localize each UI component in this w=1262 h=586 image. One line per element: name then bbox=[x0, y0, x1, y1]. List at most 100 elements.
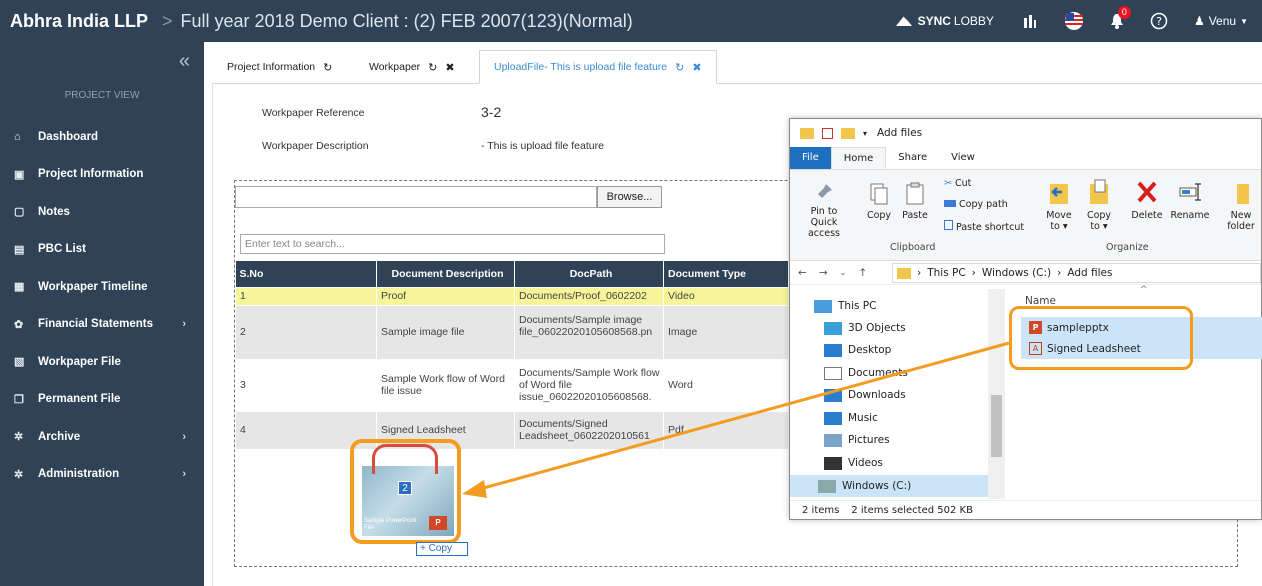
ribbon-tab-file[interactable]: File bbox=[790, 147, 831, 169]
forward-arrow-icon[interactable]: → bbox=[819, 267, 828, 279]
search-input[interactable]: Enter text to search... bbox=[240, 234, 665, 254]
address-bar: ← → ⌄ ↑ › This PC › Windows (C:) › Add f… bbox=[790, 261, 1261, 285]
sidebar-item-notes[interactable]: ▢ Notes bbox=[0, 193, 204, 231]
back-arrow-icon[interactable]: ← bbox=[798, 267, 807, 279]
ribbon-tab-home[interactable]: Home bbox=[830, 147, 887, 169]
path-segment-this-pc[interactable]: This PC bbox=[927, 267, 965, 279]
computer-icon bbox=[814, 299, 832, 313]
sidebar-item-label: Archive bbox=[38, 430, 81, 443]
scrollbar-thumb[interactable] bbox=[991, 395, 1002, 457]
sidebar-item-label: Dashboard bbox=[38, 130, 99, 143]
table-row[interactable]: 1 Proof Documents/Proof_0602202 Video bbox=[235, 286, 789, 306]
tree-item-windows-c[interactable]: Windows (C:) bbox=[790, 475, 988, 497]
path-segment-drive[interactable]: Windows (C:) bbox=[982, 267, 1051, 279]
document-icon bbox=[824, 366, 842, 380]
us-flag-icon[interactable] bbox=[1064, 11, 1084, 31]
home-icon: ⌂ bbox=[14, 130, 21, 143]
notification-bell-icon[interactable]: 0 bbox=[1110, 6, 1131, 30]
paste-shortcut-button[interactable]: Paste shortcut bbox=[944, 220, 1024, 233]
shortcut-icon bbox=[944, 220, 953, 230]
folder-icon bbox=[897, 267, 911, 279]
tab-upload-file[interactable]: UploadFile- This is upload file feature … bbox=[479, 50, 717, 84]
table-row[interactable]: 3 Sample Work flow of Word file issue Do… bbox=[235, 358, 789, 412]
sidebar-item-financial-statements[interactable]: ✿ Financial Statements › bbox=[0, 306, 204, 344]
refresh-icon[interactable]: ↻ bbox=[675, 61, 684, 74]
tree-item-pictures[interactable]: Pictures bbox=[824, 429, 890, 451]
sidebar-item-workpaper-file[interactable]: ▧ Workpaper File bbox=[0, 343, 204, 381]
column-header-sno[interactable]: S.No bbox=[235, 261, 377, 287]
building-icon[interactable] bbox=[1022, 13, 1038, 29]
tree-item-documents[interactable]: Documents bbox=[824, 362, 908, 384]
recent-chevron-icon[interactable]: ⌄ bbox=[840, 268, 847, 277]
copy-to-button[interactable]: Copy to ▾ bbox=[1082, 178, 1116, 232]
collapse-sidebar-icon[interactable]: « bbox=[179, 50, 190, 73]
ribbon-tab-view[interactable]: View bbox=[939, 147, 987, 169]
file-icon: ▧ bbox=[14, 356, 25, 369]
user-menu[interactable]: ♟ Venu ▼ bbox=[1194, 14, 1248, 28]
column-header-docpath[interactable]: DocPath bbox=[514, 261, 664, 287]
sidebar-item-workpaper-timeline[interactable]: ▦ Workpaper Timeline bbox=[0, 268, 204, 306]
brand-name[interactable]: Abhra India LLP bbox=[0, 11, 148, 32]
organize-group-label: Organize bbox=[1106, 242, 1149, 253]
path-segment-folder[interactable]: Add files bbox=[1067, 267, 1112, 279]
copy-button[interactable]: Copy bbox=[864, 182, 894, 221]
move-to-button[interactable]: Move to ▾ bbox=[1042, 178, 1076, 232]
sort-up-icon: ^ bbox=[1140, 285, 1148, 295]
sync-lobby-button[interactable]: SYNC LOBBY bbox=[894, 14, 994, 28]
workpaper-description-value: - This is upload file feature bbox=[481, 140, 604, 152]
cut-button[interactable]: ✂ Cut bbox=[944, 178, 971, 189]
refresh-icon[interactable]: ↻ bbox=[323, 61, 332, 74]
docpath-text: Documents/Signed Leadsheet_0602202010561 bbox=[519, 418, 650, 442]
cell-description: Sample Work flow of Word file issue bbox=[376, 358, 515, 412]
close-icon[interactable]: ✖ bbox=[445, 61, 454, 74]
copy-icon: ❐ bbox=[14, 393, 24, 406]
table-row[interactable]: 4 Signed Leadsheet Documents/Signed Lead… bbox=[235, 410, 789, 450]
explorer-titlebar[interactable]: ▾ Add files bbox=[790, 119, 1261, 147]
pin-quick-access-button[interactable]: Pin to Quick access bbox=[796, 182, 852, 239]
column-header-document-type[interactable]: Document Type bbox=[663, 261, 789, 287]
sidebar-item-archive[interactable]: ✲ Archive › bbox=[0, 418, 204, 456]
project-title[interactable]: Full year 2018 Demo Client : (2) FEB 200… bbox=[181, 11, 633, 32]
ribbon-home: Pin to Quick access Copy Paste ✂ Cut Cop… bbox=[790, 169, 1261, 261]
docpath-text: Documents/Proof_0602202 bbox=[519, 290, 647, 302]
sidebar-item-permanent-file[interactable]: ❐ Permanent File bbox=[0, 381, 204, 419]
tab-workpaper[interactable]: Workpaper ↻ ✖ bbox=[369, 50, 455, 84]
file-path-input[interactable] bbox=[235, 186, 597, 208]
cube-icon bbox=[824, 321, 842, 335]
sidebar-item-label: Administration bbox=[38, 468, 120, 481]
sidebar-item-label: Workpaper Timeline bbox=[38, 280, 148, 293]
clipboard-group-label: Clipboard bbox=[890, 242, 936, 253]
tree-item-desktop[interactable]: Desktop bbox=[824, 339, 891, 361]
ribbon-tab-share[interactable]: Share bbox=[886, 147, 939, 169]
tree-item-videos[interactable]: Videos bbox=[824, 452, 883, 474]
sidebar-item-project-information[interactable]: ▣ Project Information bbox=[0, 156, 204, 194]
tree-item-music[interactable]: Music bbox=[824, 407, 878, 429]
sidebar-item-dashboard[interactable]: ⌂ Dashboard bbox=[0, 118, 204, 156]
sidebar-item-administration[interactable]: ✲ Administration › bbox=[0, 456, 204, 494]
user-icon: ♟ bbox=[1193, 14, 1205, 28]
sidebar-item-pbc-list[interactable]: ▤ PBC List bbox=[0, 231, 204, 269]
address-path-field[interactable]: › This PC › Windows (C:) › Add files bbox=[892, 263, 1261, 283]
sync-icon bbox=[895, 15, 912, 26]
browse-button[interactable]: Browse... bbox=[597, 186, 662, 208]
drop-copy-tooltip: + Copy bbox=[416, 542, 468, 556]
up-arrow-icon[interactable]: ↑ bbox=[858, 267, 867, 279]
new-folder-button[interactable]: New folder bbox=[1220, 178, 1262, 232]
tree-item-this-pc[interactable]: This PC bbox=[814, 295, 876, 317]
refresh-icon[interactable]: ↻ bbox=[428, 61, 437, 74]
rename-button[interactable]: Rename bbox=[1170, 178, 1210, 221]
copy-path-button[interactable]: Copy path bbox=[944, 199, 1008, 210]
tree-item-downloads[interactable]: Downloads bbox=[824, 384, 906, 406]
paste-button[interactable]: Paste bbox=[900, 182, 930, 221]
table-row[interactable]: 2 Sample image file Documents/Sample ima… bbox=[235, 304, 789, 360]
delete-button[interactable]: Delete bbox=[1128, 178, 1166, 221]
close-icon[interactable]: ✖ bbox=[692, 61, 701, 74]
column-header-document-description[interactable]: Document Description bbox=[376, 261, 515, 287]
tab-project-information[interactable]: Project Information ↻ bbox=[227, 50, 332, 84]
pin-icon bbox=[816, 184, 832, 200]
quick-access-chevron-icon[interactable]: ▾ bbox=[863, 129, 867, 138]
help-icon[interactable]: ? bbox=[1150, 12, 1168, 30]
list-icon: ▤ bbox=[14, 243, 25, 256]
navigation-scrollbar[interactable] bbox=[988, 289, 1005, 499]
tree-item-3d-objects[interactable]: 3D Objects bbox=[824, 317, 906, 339]
